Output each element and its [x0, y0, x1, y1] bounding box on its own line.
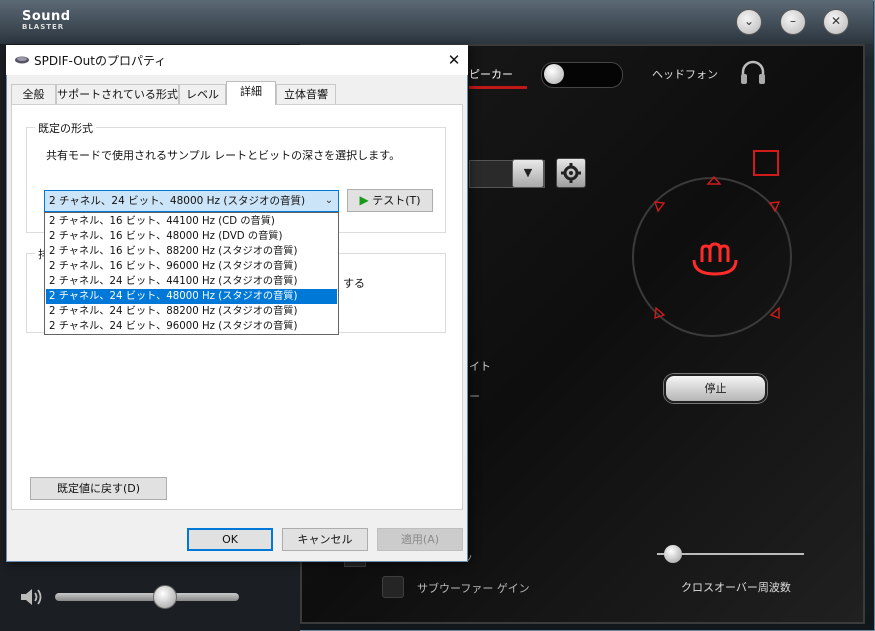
tab-spatial-sound[interactable]: 立体音響	[276, 84, 336, 104]
restore-defaults-button[interactable]: 既定値に戻す(D)	[30, 477, 167, 500]
close-icon[interactable]: ✕	[823, 9, 849, 35]
tab-supported-formats[interactable]: サポートされている形式	[56, 84, 179, 104]
device-dropdown-chevron-icon[interactable]: ▼	[512, 159, 544, 188]
partial-label-2: ー	[469, 390, 480, 403]
subwoofer-gain-checkbox[interactable]	[382, 576, 404, 598]
apply-button[interactable]: 適用(A)	[377, 528, 463, 551]
chevron-down-icon[interactable]: ⌄	[321, 191, 337, 211]
logo-line1: Sound	[22, 9, 71, 24]
test-button-label: テスト(T)	[372, 194, 421, 207]
headphone-icon[interactable]	[737, 56, 769, 88]
volume-slider-handle[interactable]	[153, 585, 177, 609]
exclusive-mode-option-text: する	[343, 277, 365, 290]
format-option-selected[interactable]: 2 チャネル、24 ビット、48000 Hz (スタジオの音質)	[46, 289, 337, 304]
tab-general[interactable]: 全般	[11, 84, 56, 104]
stop-button[interactable]: 停止	[664, 374, 767, 403]
speaker-rear-right-icon	[769, 306, 780, 320]
format-dropdown-list: 2 チャネル、16 ビット、44100 Hz (CD の音質) 2 チャネル、1…	[44, 212, 339, 335]
format-option[interactable]: 2 チャネル、16 ビット、44100 Hz (CD の音質)	[46, 214, 337, 229]
cancel-button[interactable]: キャンセル	[282, 528, 368, 551]
partial-label-1: イト	[469, 360, 491, 373]
speaker-front-center-icon	[706, 175, 722, 185]
dialog-title: SPDIF-Outのプロパティ	[34, 54, 167, 68]
tab-levels[interactable]: レベル	[179, 84, 226, 104]
tab-advanced[interactable]: 詳細	[226, 81, 276, 105]
default-format-title: 既定の形式	[35, 120, 96, 136]
format-option[interactable]: 2 チャネル、16 ビット、88200 Hz (スタジオの音質)	[46, 244, 337, 259]
play-icon: ▶	[359, 193, 369, 207]
subwoofer-gain-label: サブウーファー ゲイン	[417, 582, 530, 595]
format-select-value: 2 チャネル、24 ビット、48000 Hz (スタジオの音質)	[49, 195, 306, 207]
format-option[interactable]: 2 チャネル、16 ビット、48000 Hz (DVD の音質)	[46, 229, 337, 244]
settings-chevron-icon[interactable]: ⌄	[736, 9, 762, 35]
format-select[interactable]: 2 チャネル、24 ビット、48000 Hz (スタジオの音質)	[44, 190, 339, 212]
speaker-rear-left-icon	[654, 306, 666, 320]
test-button[interactable]: ▶ テスト(T)	[347, 189, 433, 212]
speaker-volume-icon[interactable]	[18, 586, 44, 608]
audio-device-icon	[15, 56, 29, 64]
ok-button[interactable]: OK	[187, 528, 273, 551]
listener-icon[interactable]	[690, 240, 740, 276]
logo-line2: BLASTER	[22, 23, 65, 31]
speaker-front-right-icon	[768, 201, 781, 213]
format-option[interactable]: 2 チャネル、24 ビット、96000 Hz (スタジオの音質)	[46, 319, 337, 334]
output-toggle-knob[interactable]	[544, 64, 564, 84]
format-option[interactable]: 2 チャネル、24 ビット、88200 Hz (スタジオの音質)	[46, 304, 337, 319]
sound-blaster-logo: Sound BLASTER	[22, 9, 71, 32]
close-icon[interactable]: ✕	[442, 49, 466, 71]
crossover-label: クロスオーバー周波数	[681, 581, 791, 594]
crossover-slider-handle[interactable]	[664, 545, 682, 563]
speaker-tab-indicator	[469, 86, 527, 89]
headphone-label[interactable]: ヘッドフォン	[652, 66, 718, 82]
gear-icon[interactable]	[556, 158, 586, 188]
minimize-icon[interactable]: –	[780, 9, 806, 35]
volume-slider-track[interactable]	[55, 593, 239, 601]
format-option[interactable]: 2 チャネル、24 ビット、44100 Hz (スタジオの音質)	[46, 274, 337, 289]
speaker-front-left-icon	[653, 201, 666, 213]
format-option[interactable]: 2 チャネル、16 ビット、96000 Hz (スタジオの音質)	[46, 259, 337, 274]
default-format-description: 共有モードで使用されるサンプル レートとビットの深さを選択します。	[46, 149, 401, 162]
